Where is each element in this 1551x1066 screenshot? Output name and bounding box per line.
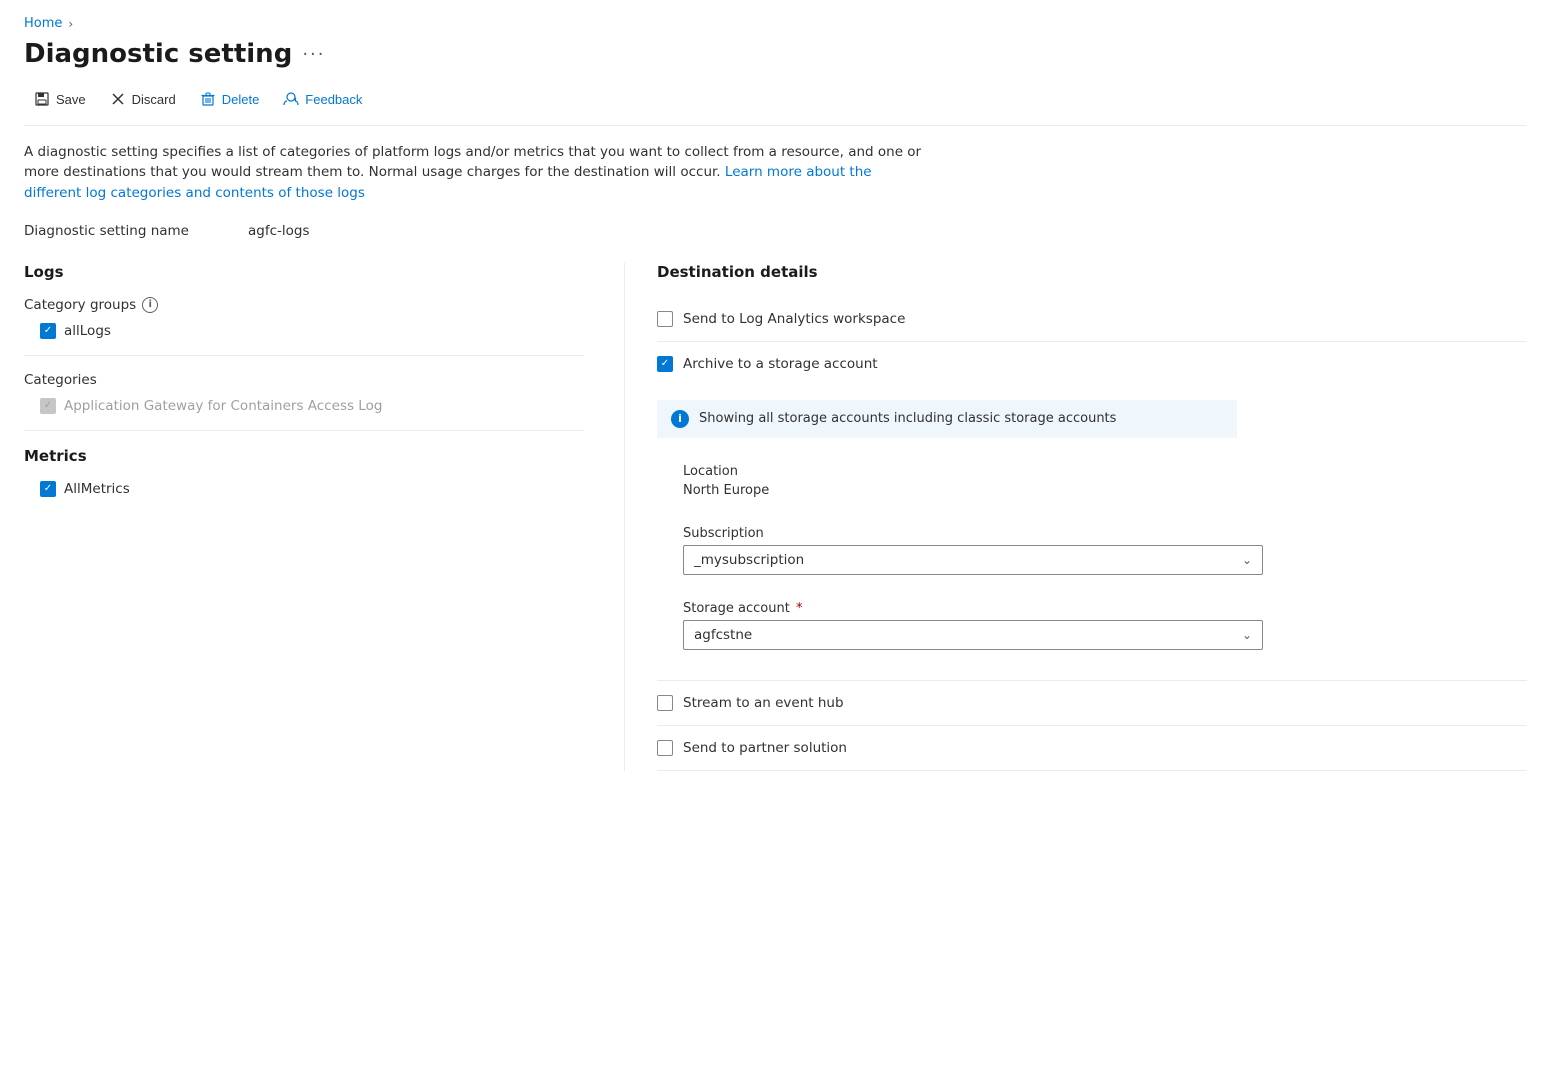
discard-label: Discard xyxy=(132,92,176,107)
all-metrics-checkbox[interactable]: ✓ xyxy=(40,481,56,497)
subscription-select[interactable]: _mysubscription ⌄ xyxy=(683,545,1263,575)
save-label: Save xyxy=(56,92,86,107)
archive-label: Archive to a storage account xyxy=(683,356,878,372)
discard-button[interactable]: Discard xyxy=(100,85,186,113)
metrics-section: Metrics ✓ AllMetrics xyxy=(24,447,584,497)
app-gateway-row: ✓ Application Gateway for Containers Acc… xyxy=(24,398,584,414)
categories-label: Categories xyxy=(24,372,584,388)
subscription-group: Subscription _mysubscription ⌄ xyxy=(657,526,1527,575)
all-logs-checkbox[interactable]: ✓ xyxy=(40,323,56,339)
logs-section: Logs Category groups i ✓ allLogs Categor… xyxy=(24,263,584,414)
metrics-section-title: Metrics xyxy=(24,447,584,465)
partner-row: Send to partner solution xyxy=(657,726,1527,771)
archive-row: ✓ Archive to a storage account i Showing… xyxy=(657,342,1527,681)
metrics-divider xyxy=(24,430,584,431)
event-hub-label: Stream to an event hub xyxy=(683,695,844,711)
left-panel: Logs Category groups i ✓ allLogs Categor… xyxy=(24,263,624,771)
storage-account-label: Storage account * xyxy=(683,601,1527,616)
all-logs-row: ✓ allLogs xyxy=(24,323,584,339)
app-gateway-label: Application Gateway for Containers Acces… xyxy=(64,398,382,414)
breadcrumb-home-link[interactable]: Home xyxy=(24,16,62,31)
discard-icon xyxy=(110,91,126,107)
all-metrics-row: ✓ AllMetrics xyxy=(24,481,584,497)
storage-account-chevron-icon: ⌄ xyxy=(1242,628,1252,642)
info-banner-text: Showing all storage accounts including c… xyxy=(699,411,1116,426)
event-hub-checkbox[interactable] xyxy=(657,695,673,711)
setting-name-row: Diagnostic setting name agfc-logs xyxy=(24,223,1527,239)
page-title: Diagnostic setting xyxy=(24,39,292,69)
storage-account-value: agfcstne xyxy=(694,627,752,643)
all-logs-label: allLogs xyxy=(64,323,111,339)
category-groups-label: Category groups xyxy=(24,297,136,313)
delete-label: Delete xyxy=(222,92,260,107)
page-header: Diagnostic setting ··· xyxy=(24,39,1527,69)
event-hub-row: Stream to an event hub xyxy=(657,681,1527,726)
delete-icon xyxy=(200,91,216,107)
app-gateway-checkbox[interactable]: ✓ xyxy=(40,398,56,414)
storage-account-group: Storage account * agfcstne ⌄ xyxy=(657,601,1527,650)
info-banner-icon: i xyxy=(671,410,689,428)
app-gateway-check: ✓ xyxy=(44,401,52,411)
location-value: North Europe xyxy=(683,483,769,498)
breadcrumb: Home › xyxy=(24,16,1527,31)
setting-name-label: Diagnostic setting name xyxy=(24,223,224,239)
feedback-button[interactable]: Feedback xyxy=(273,85,372,113)
subscription-value: _mysubscription xyxy=(694,552,804,568)
storage-account-required: * xyxy=(796,601,803,616)
log-analytics-label: Send to Log Analytics workspace xyxy=(683,311,905,327)
logs-section-title: Logs xyxy=(24,263,584,281)
category-groups-info-icon[interactable]: i xyxy=(142,297,158,313)
feedback-label: Feedback xyxy=(305,92,362,107)
subscription-chevron-icon: ⌄ xyxy=(1242,553,1252,567)
save-icon xyxy=(34,91,50,107)
storage-account-select[interactable]: agfcstne ⌄ xyxy=(683,620,1263,650)
all-metrics-check: ✓ xyxy=(44,484,52,494)
archive-checkbox[interactable]: ✓ xyxy=(657,356,673,372)
setting-name-value: agfc-logs xyxy=(248,223,310,239)
all-metrics-label: AllMetrics xyxy=(64,481,130,497)
toolbar: Save Discard Delete xyxy=(24,85,1527,126)
destination-section-title: Destination details xyxy=(657,263,1527,281)
more-options-button[interactable]: ··· xyxy=(302,44,325,65)
log-analytics-checkbox[interactable] xyxy=(657,311,673,327)
save-button[interactable]: Save xyxy=(24,85,96,113)
category-groups-header: Category groups i xyxy=(24,297,584,313)
partner-label: Send to partner solution xyxy=(683,740,847,756)
right-panel: Destination details Send to Log Analytic… xyxy=(624,263,1527,771)
all-logs-check: ✓ xyxy=(44,326,52,336)
partner-checkbox[interactable] xyxy=(657,740,673,756)
feedback-icon xyxy=(283,91,299,107)
info-banner: i Showing all storage accounts including… xyxy=(657,400,1237,438)
logs-divider xyxy=(24,355,584,356)
description: A diagnostic setting specifies a list of… xyxy=(24,142,924,203)
delete-button[interactable]: Delete xyxy=(190,85,270,113)
archive-check: ✓ xyxy=(661,359,669,369)
location-label: Location xyxy=(683,464,769,479)
location-group: Location North Europe xyxy=(657,464,769,500)
subscription-label: Subscription xyxy=(683,526,1527,541)
breadcrumb-separator: › xyxy=(68,17,73,31)
log-analytics-row: Send to Log Analytics workspace xyxy=(657,297,1527,342)
main-content: Logs Category groups i ✓ allLogs Categor… xyxy=(24,263,1527,771)
